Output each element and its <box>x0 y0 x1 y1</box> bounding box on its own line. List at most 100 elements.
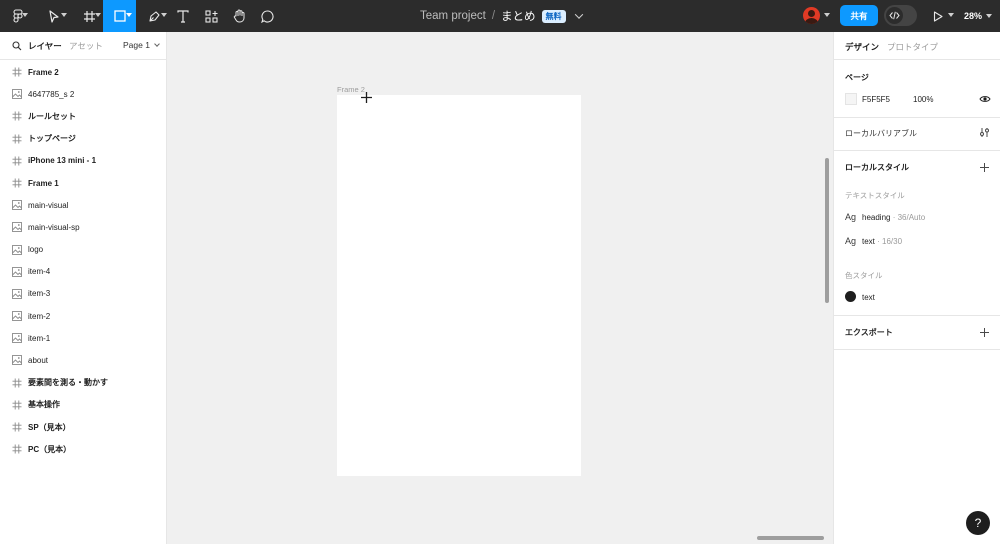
image-icon <box>12 89 22 100</box>
layer-item[interactable]: 基本操作 <box>0 394 166 416</box>
layers-panel: レイヤー アセット Page 1 Frame 2 4647785_s 2 ルールセッ… <box>0 32 167 544</box>
image-icon <box>12 266 22 277</box>
text-style-heading[interactable]: heading · 36/Auto <box>862 213 925 222</box>
text-style-icon: Ag <box>845 212 857 222</box>
frame-icon <box>12 156 22 166</box>
layer-item[interactable]: item-1 <box>0 327 166 349</box>
help-button[interactable]: ? <box>966 511 990 535</box>
page-select-label: Page 1 <box>123 40 150 50</box>
tab-prototype[interactable]: プロトタイプ <box>887 41 938 53</box>
tab-design[interactable]: デザイン <box>845 41 879 53</box>
canvas[interactable]: Frame 2 <box>167 32 833 544</box>
layer-label: PC（見本） <box>28 444 72 454</box>
layer-label: Frame 2 <box>28 67 59 77</box>
rectangle-tool-icon <box>113 10 126 22</box>
image-icon <box>12 200 22 211</box>
add-export-icon[interactable] <box>980 328 989 337</box>
chevron-down-icon <box>986 14 993 18</box>
comment-tool-icon <box>260 9 274 23</box>
page-select[interactable]: Page 1 <box>123 40 161 50</box>
tab-layers[interactable]: レイヤー <box>28 40 62 52</box>
top-toolbar: Team project / まとめ 無料 共有 28% <box>0 0 1000 32</box>
layer-item[interactable]: PC（見本） <box>0 438 166 460</box>
layer-item[interactable]: main-visual-sp <box>0 216 166 238</box>
frame-2[interactable] <box>337 95 581 476</box>
color-style-text[interactable]: text <box>862 293 875 302</box>
text-tool-icon <box>177 9 189 23</box>
dev-mode-toggle[interactable] <box>884 5 917 26</box>
layer-item[interactable]: Frame 1 <box>0 172 166 194</box>
chevron-down-icon <box>154 41 161 47</box>
text-style-icon: Ag <box>845 236 857 246</box>
export-title: エクスポート <box>845 328 893 337</box>
layer-item[interactable]: main-visual <box>0 194 166 216</box>
layer-label: 要素間を測る・動かす <box>28 378 108 388</box>
add-style-icon[interactable] <box>980 163 989 172</box>
layer-item[interactable]: iPhone 13 mini - 1 <box>0 150 166 172</box>
eye-icon[interactable] <box>979 95 991 103</box>
breadcrumb-separator: / <box>491 10 496 22</box>
frame-icon <box>12 134 22 144</box>
frame-tool-icon <box>83 10 95 22</box>
layer-label: iPhone 13 mini - 1 <box>28 156 97 166</box>
text-tool-button[interactable] <box>172 0 194 32</box>
layer-item[interactable]: トップページ <box>0 128 166 150</box>
avatar[interactable] <box>803 7 820 24</box>
adjust-icon[interactable] <box>979 127 990 138</box>
horizontal-scrollbar[interactable] <box>757 536 824 540</box>
crosshair-cursor-icon <box>361 92 372 103</box>
image-icon <box>12 333 22 344</box>
page-color-swatch[interactable] <box>845 93 857 105</box>
comment-tool-button[interactable] <box>256 0 278 32</box>
layer-item[interactable]: 要素間を測る・動かす <box>0 372 166 394</box>
chevron-down-icon[interactable] <box>574 10 583 19</box>
layer-label: about <box>28 356 49 366</box>
layer-label: トップページ <box>28 134 76 144</box>
frame-icon <box>12 378 22 388</box>
layer-label: SP（見本） <box>28 422 71 432</box>
color-style-swatch <box>845 291 856 302</box>
text-style-text[interactable]: text · 16/30 <box>862 237 902 246</box>
project-name[interactable]: Team project <box>420 10 486 22</box>
layer-item[interactable]: Frame 2 <box>0 61 166 83</box>
page-opacity[interactable]: 100% <box>913 95 933 104</box>
layer-label: Frame 1 <box>28 178 59 188</box>
page-section-title: ページ <box>845 73 869 82</box>
zoom-menu[interactable]: 28% <box>964 0 993 32</box>
actions-button[interactable] <box>200 0 222 32</box>
layer-item[interactable]: about <box>0 349 166 371</box>
layer-item[interactable]: SP（見本） <box>0 416 166 438</box>
hand-tool-button[interactable] <box>228 0 250 32</box>
frame-icon <box>12 444 22 454</box>
layer-list: Frame 2 4647785_s 2 ルールセット トップページ iPhone 13 … <box>0 61 166 460</box>
code-icon <box>889 11 900 20</box>
frame-icon <box>12 111 22 121</box>
layer-item[interactable]: item-2 <box>0 305 166 327</box>
image-icon <box>12 311 22 322</box>
pen-tool-icon <box>148 10 160 22</box>
hand-tool-icon <box>233 9 244 23</box>
layer-item[interactable]: 4647785_s 2 <box>0 83 166 105</box>
local-variables-label[interactable]: ローカルバリアブル <box>845 128 917 139</box>
frame-icon <box>12 422 22 432</box>
tab-assets[interactable]: アセット <box>69 40 103 52</box>
file-title: Team project / まとめ 無料 <box>420 0 583 32</box>
play-icon <box>933 10 943 22</box>
plan-badge: 無料 <box>541 9 566 23</box>
layer-label: ルールセット <box>28 111 76 121</box>
layer-item[interactable]: item-4 <box>0 261 166 283</box>
layer-item[interactable]: logo <box>0 239 166 261</box>
frame-icon <box>12 400 22 410</box>
zoom-level: 28% <box>964 11 983 21</box>
layer-item[interactable]: ルールセット <box>0 105 166 127</box>
layer-label: item-2 <box>28 311 51 321</box>
present-button[interactable] <box>928 0 948 32</box>
search-icon[interactable] <box>12 41 22 51</box>
share-button[interactable]: 共有 <box>840 5 878 26</box>
layer-item[interactable]: item-3 <box>0 283 166 305</box>
page-color-hex[interactable]: F5F5F5 <box>862 95 890 104</box>
vertical-scrollbar[interactable] <box>825 158 829 303</box>
file-name[interactable]: まとめ <box>501 8 536 24</box>
image-icon <box>12 355 22 366</box>
layer-label: main-visual-sp <box>28 222 80 232</box>
